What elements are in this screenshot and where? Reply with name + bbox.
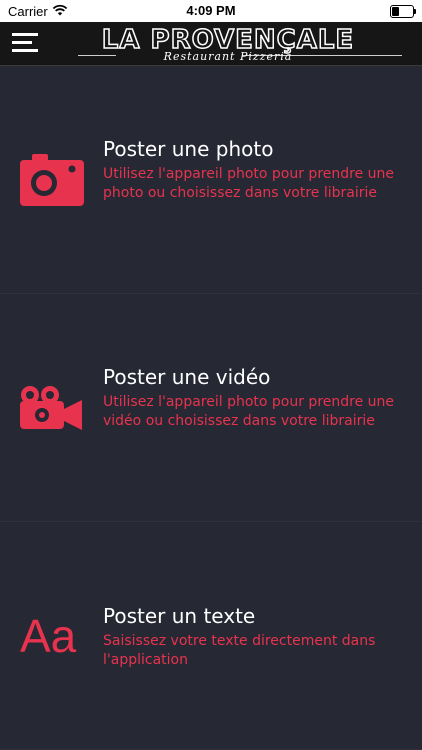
text-icon: Aa xyxy=(20,610,77,662)
post-text-title: Poster un texte xyxy=(103,604,256,628)
menu-icon[interactable] xyxy=(12,31,38,55)
app-header: LA PROVENÇALE Restaurant Pizzeria xyxy=(0,22,422,66)
clock: 4:09 PM xyxy=(186,3,236,18)
post-text-option[interactable]: Aa Poster un texte Saisissez votre texte… xyxy=(0,522,422,750)
post-photo-title: Poster une photo xyxy=(103,137,274,161)
video-camera-icon xyxy=(20,385,84,435)
camera-icon xyxy=(20,152,84,210)
post-text-description: Saisissez votre texte directement dans l… xyxy=(103,633,376,668)
post-options-list: Poster une photo Utilisez l'appareil pho… xyxy=(0,66,422,750)
logo-subtitle: Restaurant Pizzeria xyxy=(163,50,293,63)
post-video-option[interactable]: Poster une vidéo Utilisez l'appareil pho… xyxy=(0,294,422,522)
post-video-title: Poster une vidéo xyxy=(103,365,271,389)
status-bar: Carrier 4:09 PM xyxy=(0,0,422,22)
post-photo-option[interactable]: Poster une photo Utilisez l'appareil pho… xyxy=(0,66,422,294)
post-photo-description: Utilisez l'appareil photo pour prendre u… xyxy=(103,166,395,201)
battery-icon xyxy=(390,5,416,18)
post-video-description: Utilisez l'appareil photo pour prendre u… xyxy=(103,394,395,429)
